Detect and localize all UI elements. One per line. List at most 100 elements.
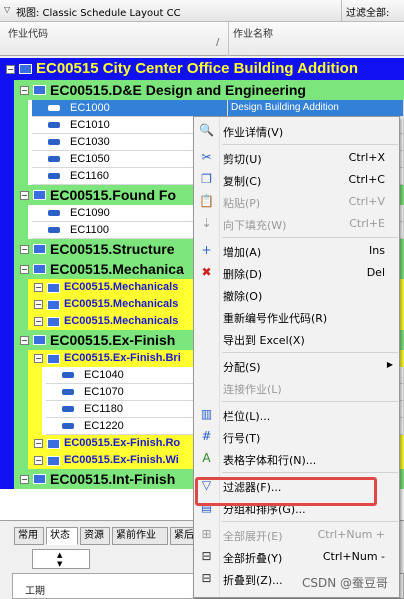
menu-separator bbox=[222, 352, 398, 353]
menu-item-shortcut: Ctrl+E bbox=[349, 217, 385, 230]
menu-item[interactable]: 重新编号作业代码(R) bbox=[194, 306, 399, 327]
menu-item[interactable]: 🔍 作业详情(V) bbox=[194, 120, 399, 141]
menu-item-label: 向下填充(W) bbox=[223, 219, 287, 232]
collapse-toggle-icon[interactable]: − bbox=[20, 475, 29, 484]
column-header-name[interactable]: 作业名称 bbox=[233, 25, 273, 40]
collapse-toggle-icon[interactable]: − bbox=[20, 265, 29, 274]
panel-spinner[interactable]: ▲ ▼ bbox=[32, 549, 90, 569]
activity-bar-icon bbox=[48, 156, 60, 162]
spin-down-icon[interactable]: ▼ bbox=[57, 560, 62, 568]
menu-item-label: 折叠到(Z)... bbox=[223, 574, 283, 587]
collapse-all-icon: ⊟ bbox=[201, 549, 212, 563]
row-code-label: EC1220 bbox=[84, 420, 124, 432]
paste-icon: 📋 bbox=[199, 194, 214, 208]
row-code-label: EC00515.D&E Design and Engineering bbox=[50, 82, 306, 98]
menu-item[interactable]: ✖ 删除(D) Del bbox=[194, 262, 399, 283]
menu-item[interactable]: 分配(S) ▶ bbox=[194, 355, 399, 376]
filter-highlight-box bbox=[195, 477, 377, 506]
add-icon: + bbox=[201, 243, 212, 257]
collapse-toggle-icon[interactable]: − bbox=[34, 283, 43, 292]
menu-item-shortcut: Ins bbox=[369, 244, 385, 257]
collapse-toggle-icon[interactable]: − bbox=[34, 456, 43, 465]
fill-down-icon: ⇣ bbox=[201, 216, 212, 230]
activity-row[interactable]: EC1000 Design Building Addition bbox=[0, 100, 404, 117]
column-divider[interactable] bbox=[228, 22, 229, 56]
menu-item[interactable]: # 行号(T) bbox=[194, 426, 399, 447]
tab-1[interactable]: 状态 bbox=[46, 527, 78, 545]
row-name-label: Design Building Addition bbox=[231, 102, 339, 113]
row-code-label: EC00515.Ex-Finish.Ro bbox=[64, 437, 181, 449]
collapse-toggle-icon[interactable]: − bbox=[20, 86, 29, 95]
wbs-row-project[interactable]: − EC00515 City Center Office Building Add… bbox=[0, 58, 404, 80]
wbs-node-icon bbox=[33, 190, 46, 200]
wbs-node-icon bbox=[47, 439, 60, 449]
menu-item[interactable]: 撤除(O) bbox=[194, 284, 399, 305]
tab-2[interactable]: 资源 bbox=[80, 527, 110, 545]
row-code-label: EC00515.Ex-Finish bbox=[50, 332, 176, 348]
wbs-node-icon bbox=[47, 456, 60, 466]
row-code-label: EC1050 bbox=[70, 153, 110, 165]
context-menu: 🔍 作业详情(V) ✂ 剪切(U) Ctrl+X ❐ 复制(C) Ctrl+C 📋 粘贴(P) Ct… bbox=[193, 116, 400, 598]
menu-item-shortcut: Ctrl+V bbox=[348, 195, 385, 208]
menu-item[interactable]: + 增加(A) Ins bbox=[194, 240, 399, 261]
activity-bar-icon bbox=[48, 210, 60, 216]
menu-item: ⊞ 全部展开(E) Ctrl+Num + bbox=[194, 524, 399, 545]
collapse-toggle-icon[interactable]: − bbox=[20, 336, 29, 345]
activity-bar-icon bbox=[48, 227, 60, 233]
sort-handle-icon: / bbox=[216, 37, 220, 48]
collapse-toggle-icon[interactable]: − bbox=[6, 65, 15, 74]
menu-separator bbox=[222, 401, 398, 402]
tab-0[interactable]: 常用 bbox=[14, 527, 44, 545]
menu-item-label: 栏位(L)... bbox=[223, 410, 271, 423]
collapse-toggle-icon[interactable]: − bbox=[34, 300, 43, 309]
collapse-toggle-icon[interactable]: − bbox=[34, 317, 43, 326]
menu-item-label: 连接作业(L) bbox=[223, 383, 282, 396]
menu-item-label: 撤除(O) bbox=[223, 290, 263, 303]
view-selector[interactable]: 视图: Classic Schedule Layout CC bbox=[16, 4, 181, 19]
menu-item-label: 删除(D) bbox=[223, 268, 263, 281]
menu-item-label: 导出到 Excel(X) bbox=[223, 334, 305, 347]
duration-label: 工期 bbox=[25, 586, 45, 597]
spin-up-icon[interactable]: ▲ bbox=[57, 551, 62, 559]
chevron-down-icon[interactable]: ▽ bbox=[4, 5, 10, 14]
column-header-code[interactable]: 作业代码 bbox=[8, 25, 48, 40]
menu-item[interactable]: 导出到 Excel(X) bbox=[194, 328, 399, 349]
menu-item-shortcut: Ctrl+C bbox=[348, 173, 385, 186]
wbs-row[interactable]: − EC00515.D&E Design and Engineering bbox=[0, 80, 404, 100]
columns-icon: ▥ bbox=[200, 407, 213, 421]
filter-selector[interactable]: 过滤全部: bbox=[346, 4, 389, 19]
menu-item-label: 重新编号作业代码(R) bbox=[223, 312, 328, 325]
menu-separator bbox=[222, 144, 398, 145]
menu-item[interactable]: ▥ 栏位(L)... bbox=[194, 404, 399, 425]
collapse-toggle-icon[interactable]: − bbox=[20, 245, 29, 254]
row-code-label: EC1030 bbox=[70, 136, 110, 148]
activity-bar-icon bbox=[48, 173, 60, 179]
menu-item-label: 分配(S) bbox=[223, 361, 261, 374]
wbs-node-icon bbox=[47, 283, 60, 293]
tab-3[interactable]: 紧前作业 bbox=[112, 527, 168, 545]
menu-item[interactable]: A 表格字体和行(N)... bbox=[194, 448, 399, 469]
collapse-toggle-icon[interactable]: − bbox=[34, 354, 43, 363]
menu-item[interactable]: ❐ 复制(C) Ctrl+C bbox=[194, 169, 399, 190]
view-toolbar: ▽ 视图: Classic Schedule Layout CC 过滤全部: bbox=[0, 0, 404, 22]
menu-item-label: 粘贴(P) bbox=[223, 197, 261, 210]
table-font-icon: A bbox=[202, 451, 211, 465]
menu-separator bbox=[222, 237, 398, 238]
collapse-toggle-icon[interactable]: − bbox=[20, 191, 29, 200]
menu-item-shortcut: Del bbox=[366, 266, 385, 279]
row-code-label: EC00515.Ex-Finish.Bri bbox=[64, 352, 181, 364]
menu-item[interactable]: ⊟ 全部折叠(Y) Ctrl+Num - bbox=[194, 546, 399, 567]
submenu-arrow-icon: ▶ bbox=[386, 360, 393, 369]
activity-bar-icon bbox=[48, 105, 60, 111]
menu-separator bbox=[222, 472, 398, 473]
row-code-label: EC1000 bbox=[70, 102, 110, 114]
collapse-toggle-icon[interactable]: − bbox=[34, 439, 43, 448]
wbs-node-icon bbox=[33, 335, 46, 345]
wbs-node-icon bbox=[47, 317, 60, 327]
menu-item-shortcut: Ctrl+Num + bbox=[317, 528, 385, 541]
row-code-label: EC00515.Ex-Finish.Wi bbox=[64, 454, 179, 466]
row-code-label: EC00515.Found Fo bbox=[50, 187, 177, 203]
menu-item[interactable]: ✂ 剪切(U) Ctrl+X bbox=[194, 147, 399, 168]
row-number-icon: # bbox=[201, 429, 212, 443]
column-header: 作业代码 / 作业名称 bbox=[0, 22, 404, 56]
